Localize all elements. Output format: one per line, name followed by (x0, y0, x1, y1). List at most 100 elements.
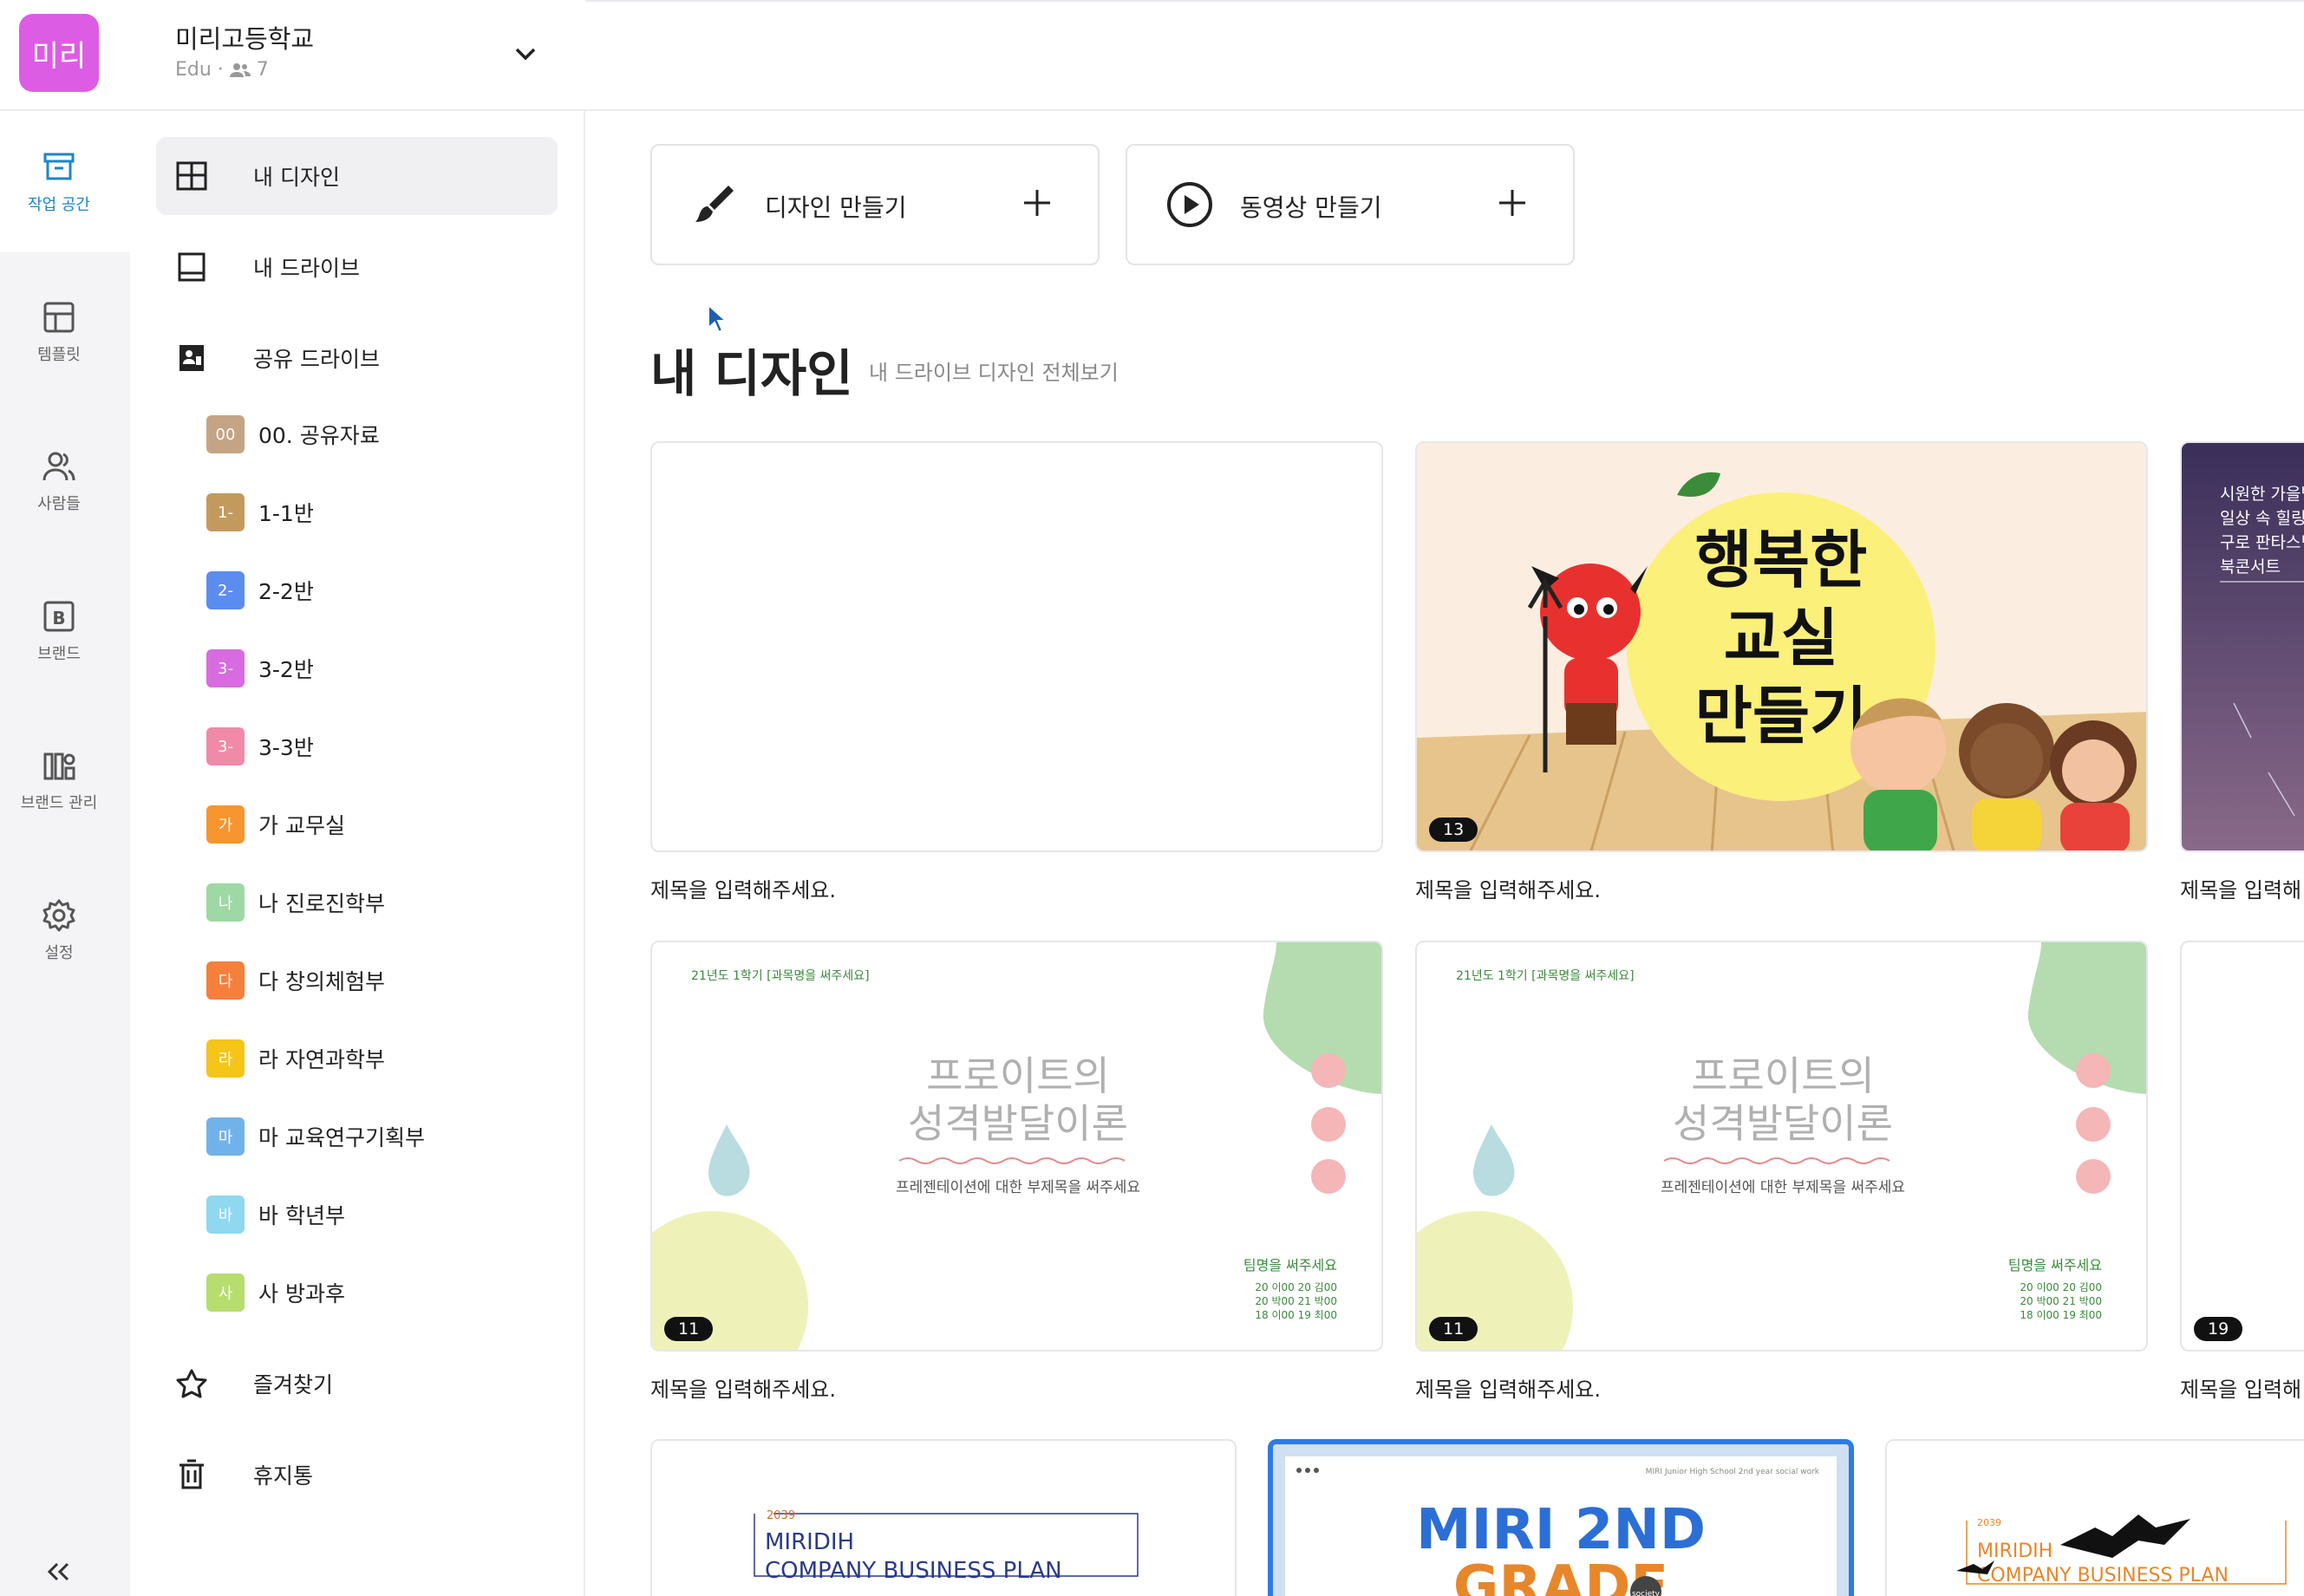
rail-label: 템플릿 (37, 346, 81, 364)
design-title[interactable]: 제목을 입력해 (2180, 1372, 2301, 1403)
folder-item[interactable]: 나 나 진로진학부 (206, 876, 571, 928)
freud-team: 팀명을 써주세요 (1243, 1257, 1337, 1274)
folder-item[interactable]: 1- 1-1반 (206, 486, 571, 538)
folder-item[interactable]: 3- 3-3반 (206, 720, 571, 772)
grade-tag: society (1632, 1590, 1661, 1596)
rail-item-brand-manage[interactable]: 브랜드 관리 (0, 747, 118, 813)
freud-members-3: 18 이00 19 최00 (1255, 1309, 1337, 1321)
book-concert-thumbnail: 시원한 가을밤 일상 속 힐링 구로 판타스틱 북콘서트 (2182, 443, 2304, 850)
collapse-sidebar-icon[interactable] (42, 1559, 76, 1585)
create-video-button[interactable]: 동영상 만들기 (1126, 144, 1575, 265)
folder-badge: 다 (206, 961, 245, 1000)
folder-item[interactable]: 다 다 창의체험부 (206, 954, 571, 1006)
design-thumbnail[interactable]: 19 (2180, 941, 2304, 1352)
happy-title-1: 행복한 (1695, 524, 1868, 596)
folder-item[interactable]: 마 마 교육연구기획부 (206, 1111, 571, 1163)
biz-year: 2039 (1977, 1517, 2001, 1528)
miri-2nd-grade-thumbnail: MIRI Junior High School 2nd year social … (1273, 1444, 1849, 1596)
nav-label: 내 드라이브 (253, 256, 360, 281)
plus-icon (1024, 190, 1050, 216)
folder-item[interactable]: 3- 3-2반 (206, 642, 571, 694)
freud-title-1: 프로이트의 (1691, 1052, 1875, 1099)
mouse-cursor-icon (708, 303, 728, 334)
biz-title-2: COMPANY BUSINESS PLAN (765, 1558, 1062, 1584)
design-thumbnail[interactable]: 2039 MIRIDIH COMPANY BUSINESS PLAN (1885, 1439, 2304, 1596)
rail-item-workspace[interactable]: 작업 공간 (0, 149, 118, 215)
plus-icon (1499, 190, 1525, 216)
design-thumbnail[interactable]: 21년도 1학기 [과목명을 써주세요] 프로이트의 성격발달이론 프레젠테이션… (650, 941, 1383, 1352)
rail-label: 브랜드 관리 (20, 794, 98, 812)
page-count-badge: 11 (1429, 1317, 1478, 1341)
nav-item-favorites[interactable]: 즐겨찾기 (156, 1345, 558, 1423)
rail-item-settings[interactable]: 설정 (0, 897, 118, 963)
design-thumbnail-selected[interactable]: MIRI Junior High School 2nd year social … (1268, 1439, 1854, 1596)
freud-members-3: 18 이00 19 최00 (2020, 1309, 2102, 1321)
workspace-header[interactable]: 미리 미리고등학교 Edu · 7 (0, 0, 585, 111)
biz-title-2: COMPANY BUSINESS PLAN (1977, 1565, 2229, 1586)
freud-members-1: 20 이00 20 김00 (2020, 1281, 2102, 1293)
freud-thumbnail: 21년도 1학기 [과목명을 써주세요] 프로이트의 성격발달이론 프레젠테이션… (1417, 942, 2146, 1350)
concert-line-1: 시원한 가을밤 (2220, 485, 2304, 504)
archive-icon (43, 153, 75, 180)
rail-item-people[interactable]: 사람들 (0, 448, 118, 514)
concert-line-3: 구로 판타스틱 (2220, 533, 2304, 552)
happy-title-2: 교실 (1724, 602, 1838, 674)
folder-badge: 마 (206, 1117, 245, 1156)
nav-item-my-drive[interactable]: 내 드라이브 (156, 228, 558, 306)
create-design-label: 디자인 만들기 (765, 193, 907, 222)
design-thumbnail[interactable]: 21년도 1학기 [과목명을 써주세요] 프로이트의 성격발달이론 프레젠테이션… (1415, 941, 2148, 1352)
svg-text:B: B (52, 608, 65, 629)
folder-badge: 00 (206, 415, 245, 453)
folder-item[interactable]: 가 가 교무실 (206, 798, 571, 850)
nav-label: 휴지통 (253, 1463, 314, 1489)
folder-badge: 나 (206, 883, 245, 922)
rail-label: 브랜드 (37, 645, 81, 663)
chevron-down-icon[interactable] (510, 38, 541, 69)
freud-members-2: 20 박00 21 박00 (1255, 1295, 1337, 1307)
rail-item-brand[interactable]: B 브랜드 (0, 598, 118, 664)
nav-item-my-designs[interactable]: 내 디자인 (156, 137, 558, 215)
design-thumbnail[interactable] (650, 441, 1383, 852)
freud-members-2: 20 박00 21 박00 (2020, 1295, 2102, 1307)
top-border (585, 0, 2304, 2)
folder-item[interactable]: 라 라 자연과학부 (206, 1033, 571, 1085)
people-icon (42, 452, 75, 481)
drive-icon (178, 252, 206, 282)
workspace-meta: Edu · 7 (175, 59, 269, 81)
folder-badge: 2- (206, 571, 245, 609)
design-thumbnail[interactable]: 행복한 교실 만들기 13 (1415, 441, 2148, 852)
rail-label: 작업 공간 (28, 196, 90, 214)
design-title[interactable]: 제목을 입력해 (2180, 873, 2301, 903)
folder-badge: 3- (206, 727, 245, 765)
rail-item-templates[interactable]: 템플릿 (0, 299, 118, 365)
design-title[interactable]: 제목을 입력해주세요. (1415, 873, 1601, 903)
workspace-member-count: 7 (256, 59, 269, 81)
design-title[interactable]: 제목을 입력해주세요. (650, 1372, 836, 1403)
folder-item[interactable]: 바 바 학년부 (206, 1189, 571, 1241)
folder-item[interactable]: 00 00. 공유자료 (206, 408, 571, 460)
folder-item[interactable]: 사 사 방과후 (206, 1267, 571, 1319)
freud-title-2: 성격발달이론 (908, 1100, 1128, 1147)
nav-item-trash[interactable]: 휴지통 (156, 1436, 558, 1514)
nav-item-shared-drive[interactable]: 공유 드라이브 (156, 319, 558, 397)
folder-badge: 바 (206, 1195, 245, 1234)
folder-label: 다 창의체험부 (258, 969, 385, 994)
design-thumbnail[interactable]: 2039 MIRIDIH COMPANY BUSINESS PLAN (650, 1439, 1237, 1596)
template-icon (43, 302, 75, 333)
folder-badge: 1- (206, 493, 245, 531)
create-design-button[interactable]: 디자인 만들기 (650, 144, 1100, 265)
design-thumbnail[interactable]: 시원한 가을밤 일상 속 힐링 구로 판타스틱 북콘서트 (2180, 441, 2304, 852)
biz-year: 2039 (767, 1509, 795, 1522)
page-count-badge: 11 (664, 1317, 714, 1341)
folder-label: 3-3반 (258, 735, 314, 760)
nav-label: 내 디자인 (253, 165, 340, 190)
design-title[interactable]: 제목을 입력해주세요. (650, 873, 836, 903)
design-title[interactable]: 제목을 입력해주세요. (1415, 1372, 1601, 1403)
folder-label: 2-2반 (258, 579, 314, 604)
folder-item[interactable]: 2- 2-2반 (206, 564, 571, 616)
view-all-drive-link[interactable]: 내 드라이브 디자인 전체보기 (869, 355, 1119, 386)
freud-top-line: 21년도 1학기 [과목명을 써주세요] (1456, 969, 1635, 983)
biz-title-1: MIRIDIH (765, 1529, 854, 1555)
folder-badge: 라 (206, 1039, 245, 1078)
freud-title-2: 성격발달이론 (1673, 1100, 1893, 1147)
